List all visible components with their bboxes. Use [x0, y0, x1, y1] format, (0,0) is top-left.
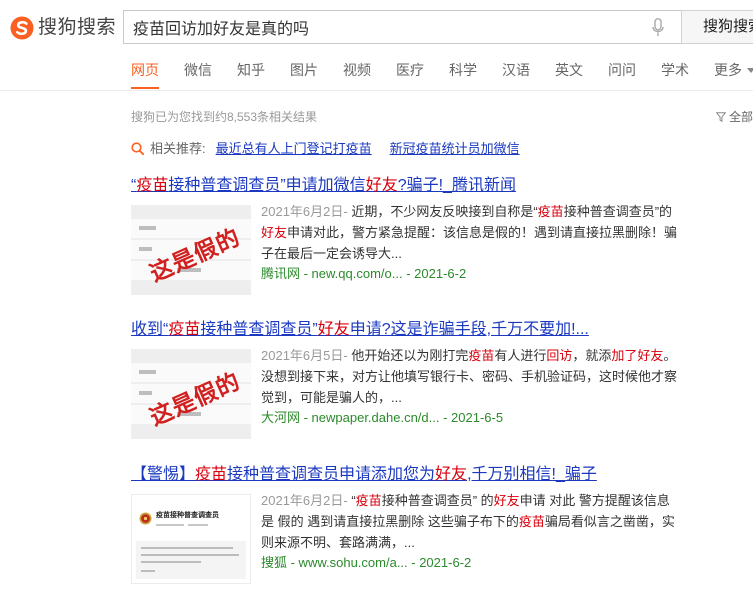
sogou-logo[interactable]: 搜狗搜索: [10, 15, 116, 41]
highlight-term: 回访: [546, 348, 573, 363]
result-date: 2021年6月5日-: [261, 348, 348, 363]
related-link[interactable]: 最近总有人上门登记打疫苗: [216, 140, 372, 157]
search-button[interactable]: 搜狗搜索: [681, 10, 753, 44]
search-icon: [131, 142, 144, 155]
result-snippet: 2021年6月2日- 近期，不少网友反映接到自称是“疫苗接种普查调查员”的好友申…: [261, 202, 679, 264]
highlight-term: 加了好友: [611, 348, 664, 363]
result-date: 2021年6月2日-: [261, 204, 348, 219]
tab-zhihu[interactable]: 知乎: [237, 61, 265, 89]
related-link[interactable]: 新冠疫苗统计员加微信: [390, 140, 520, 157]
result-source-link[interactable]: 腾讯网 - new.qq.com/o... - 2021-6-2: [261, 264, 679, 285]
tab-science[interactable]: 科学: [449, 61, 477, 89]
text-segment: ?骗子!_腾讯新闻: [397, 177, 516, 194]
text-segment: “: [347, 493, 356, 508]
text-segment: 收到“: [131, 321, 169, 338]
header-divider: [0, 90, 753, 91]
search-input[interactable]: [124, 11, 644, 43]
highlight-term: 好友: [261, 224, 288, 240]
highlight-term: 疫苗: [518, 513, 545, 529]
result-source-link[interactable]: 大河网 - newpaper.dahe.cn/d... - 2021-6-5: [261, 408, 679, 429]
highlight-term: 疫苗: [195, 466, 228, 483]
text-segment: 接种普查调查员”申请加微信: [168, 177, 366, 194]
result-thumbnail[interactable]: 这是假的: [131, 205, 251, 295]
text-segment: 接种普查调查员” 的: [381, 493, 494, 508]
text-segment: 接种普查调查员”: [200, 321, 318, 338]
highlight-term: 好友: [493, 493, 520, 508]
text-segment: 有人进行: [494, 348, 547, 363]
highlight-term: 好友: [317, 321, 350, 338]
result-title-link[interactable]: “疫苗接种普查调查员”申请加微信好友?骗子!_腾讯新闻: [131, 176, 516, 196]
tab-wechat[interactable]: 微信: [184, 61, 212, 89]
vertical-tabs: 网页 微信 知乎 图片 视频 医疗 科学 汉语 英文 问问 学术 更多: [131, 61, 753, 89]
text-segment: 接种普查调查员”的: [563, 204, 673, 219]
tab-images[interactable]: 图片: [290, 61, 318, 89]
tab-more[interactable]: 更多: [714, 61, 753, 89]
text-segment: ，就添: [572, 348, 612, 363]
text-segment: ,千万别相信!_骗子: [467, 466, 597, 483]
text-segment: 申请对此，警方紧急提醒：该信息是假的！遇到请直接拉黑删除！骗子在最后一定会诱导大…: [261, 224, 678, 261]
result-source-link[interactable]: 搜狐 - www.sohu.com/a... - 2021-6-2: [261, 553, 679, 574]
search-result: “疫苗接种普查调查员”申请加微信好友?骗子!_腾讯新闻 这是假的 2021年6月…: [131, 176, 731, 316]
related-searches: 相关推荐: 最近总有人上门登记打疫苗 新冠疫苗统计员加微信: [131, 140, 520, 157]
text-segment: 他开始还以为刚打完: [347, 348, 469, 363]
tab-medical[interactable]: 医疗: [396, 61, 424, 89]
search-box[interactable]: [123, 10, 681, 44]
filter-label: 全部: [729, 110, 753, 124]
highlight-term: 疫苗: [468, 348, 495, 363]
search-result: 【警惕】疫苗接种普查调查员申请添加您为好友,千万别相信!_骗子 疫苗接种普查调查…: [131, 465, 731, 605]
highlight-term: 疫苗: [537, 204, 564, 219]
card-message: [136, 541, 246, 579]
sogou-logo-icon: [10, 16, 34, 40]
filter-icon: [716, 112, 726, 122]
text-segment: 【警惕】: [131, 466, 196, 483]
result-snippet: 2021年6月5日- 他开始还以为刚打完疫苗有人进行回访，就添加了好友。没想到接…: [261, 346, 679, 408]
result-count: 搜狗已为您找到约8,553条相关结果: [131, 110, 318, 124]
tab-english[interactable]: 英文: [555, 61, 583, 89]
result-thumbnail[interactable]: 这是假的: [131, 349, 251, 439]
tab-wenwen[interactable]: 问问: [608, 61, 636, 89]
result-snippet: 2021年6月2日- “疫苗接种普查调查员” 的好友申请 对此 警方提醒该信息是…: [261, 491, 679, 553]
result-body: 2021年6月2日- “疫苗接种普查调查员” 的好友申请 对此 警方提醒该信息是…: [261, 491, 679, 574]
highlight-term: 疫苗: [355, 493, 382, 508]
result-title-link[interactable]: 【警惕】疫苗接种普查调查员申请添加您为好友,千万别相信!_骗子: [131, 465, 597, 485]
logo-text: 搜狗搜索: [38, 17, 117, 38]
highlight-term: 疫苗: [168, 321, 201, 338]
microphone-icon[interactable]: [652, 18, 664, 37]
tab-web[interactable]: 网页: [131, 61, 159, 89]
highlight-term: 好友: [365, 177, 398, 194]
result-body: 2021年6月2日- 近期，不少网友反映接到自称是“疫苗接种普查调查员”的好友申…: [261, 202, 679, 285]
text-segment: 近期，不少网友反映接到自称是“: [347, 204, 538, 219]
emblem-icon: [139, 512, 152, 525]
caret-down-icon: [747, 68, 753, 73]
text-segment: 申请?这是诈骗手段,千万不要加!...: [349, 321, 589, 338]
result-date: 2021年6月2日-: [261, 493, 348, 508]
filter-toggle[interactable]: 全部: [716, 109, 753, 125]
card-subline: [156, 524, 184, 526]
result-body: 2021年6月5日- 他开始还以为刚打完疫苗有人进行回访，就添加了好友。没想到接…: [261, 346, 679, 429]
tab-more-label: 更多: [714, 62, 742, 78]
related-label: 相关推荐:: [150, 141, 206, 156]
card-title: 疫苗接种普查调查员: [156, 512, 219, 519]
search-result: 收到“疫苗接种普查调查员”好友申请?这是诈骗手段,千万不要加!... 这是假的 …: [131, 320, 731, 460]
text-segment: 接种普查调查员申请添加您为: [227, 466, 436, 483]
tab-scholar[interactable]: 学术: [661, 61, 689, 89]
result-thumbnail[interactable]: 疫苗接种普查调查员: [131, 494, 251, 584]
result-title-link[interactable]: 收到“疫苗接种普查调查员”好友申请?这是诈骗手段,千万不要加!...: [131, 320, 589, 340]
highlight-term: 疫苗: [136, 177, 169, 194]
highlight-term: 好友: [435, 466, 468, 483]
tab-video[interactable]: 视频: [343, 61, 371, 89]
card-subline: [188, 524, 208, 526]
tab-chinese[interactable]: 汉语: [502, 61, 530, 89]
